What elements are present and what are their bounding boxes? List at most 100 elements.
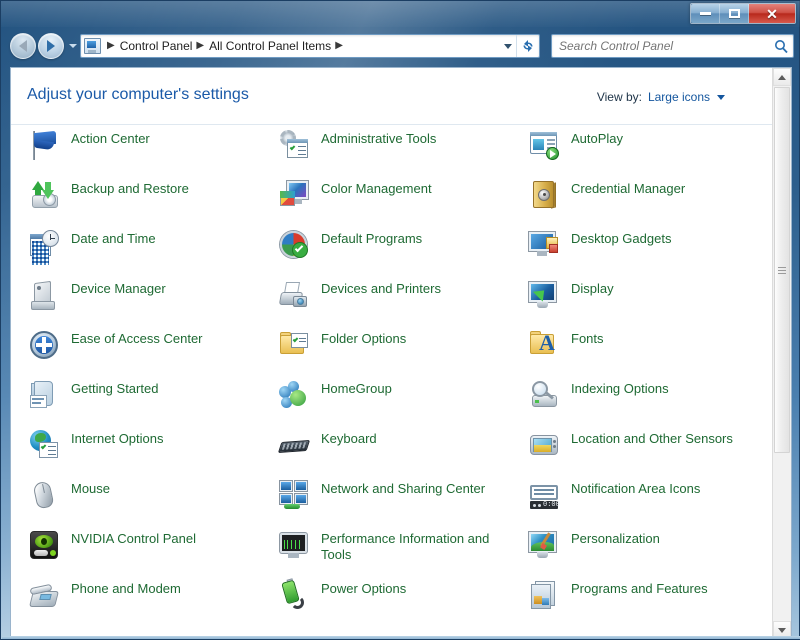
control-panel-item-label[interactable]: Performance Information and Tools [321, 531, 511, 563]
forward-button[interactable] [38, 33, 64, 59]
control-panel-item-label[interactable]: Action Center [71, 131, 150, 147]
control-panel-item[interactable]: Location and Other Sensors [527, 426, 777, 476]
chevron-down-icon [778, 627, 786, 633]
control-panel-item-label[interactable]: Desktop Gadgets [571, 231, 671, 247]
control-panel-item[interactable]: Personalization [527, 526, 777, 576]
control-panel-item-label[interactable]: Phone and Modem [71, 581, 181, 597]
breadcrumb-separator-icon[interactable]: ▶ [192, 41, 209, 51]
breadcrumb-separator-icon[interactable]: ▶ [331, 41, 348, 51]
control-panel-item-label[interactable]: AutoPlay [571, 131, 623, 147]
control-panel-item[interactable]: Ease of Access Center [27, 326, 277, 376]
control-panel-item[interactable]: Phone and Modem [27, 576, 277, 626]
control-panel-item-label[interactable]: Date and Time [71, 231, 156, 247]
control-panel-item[interactable]: Performance Information and Tools [277, 526, 527, 576]
control-panel-item[interactable]: Internet Options [27, 426, 277, 476]
control-panel-item[interactable]: Backup and Restore [27, 176, 277, 226]
icon-part-base [288, 553, 299, 558]
control-panel-item-label[interactable]: Default Programs [321, 231, 422, 247]
breadcrumb-separator-icon[interactable]: ▶ [103, 41, 120, 51]
icon-part-l1 [534, 489, 554, 491]
control-panel-item-label[interactable]: Location and Other Sensors [571, 431, 733, 447]
control-panel-item-label[interactable]: Administrative Tools [321, 131, 436, 147]
control-panel-item[interactable]: Default Programs [277, 226, 527, 276]
control-panel-item-label[interactable]: Power Options [321, 581, 406, 597]
control-panel-item[interactable]: Desktop Gadgets [527, 226, 777, 276]
control-panel-item[interactable]: HomeGroup [277, 376, 527, 426]
breadcrumb-control-panel[interactable]: Control Panel [120, 39, 193, 53]
control-panel-item[interactable]: Color Management [277, 176, 527, 226]
maximize-button[interactable] [720, 4, 749, 23]
control-panel-item[interactable]: Credential Manager [527, 176, 777, 226]
control-panel-item-label[interactable]: Backup and Restore [71, 181, 189, 197]
control-panel-item-label[interactable]: Folder Options [321, 331, 406, 347]
view-by-value[interactable]: Large icons [648, 90, 710, 104]
icon-part-m1 [280, 481, 292, 491]
control-panel-item[interactable]: Display [527, 276, 777, 326]
view-by-control[interactable]: View by: Large icons [597, 90, 725, 104]
client-area: Adjust your computer's settings View by:… [10, 67, 792, 638]
icon-part-t1 [533, 504, 536, 507]
control-panel-item[interactable]: Getting Started [27, 376, 277, 426]
control-panel-item-label[interactable]: Programs and Features [571, 581, 708, 597]
vertical-scrollbar[interactable] [772, 68, 791, 638]
back-button[interactable] [10, 33, 36, 59]
search-input[interactable] [552, 39, 769, 53]
icon-part-bar [530, 485, 558, 500]
control-panel-item[interactable]: Programs and Features [527, 576, 777, 626]
control-panel-item-label[interactable]: Devices and Printers [321, 281, 441, 297]
control-panel-item-label[interactable]: Getting Started [71, 381, 158, 397]
control-panel-item[interactable]: Power Options [277, 576, 527, 626]
icon-part-base [537, 302, 548, 308]
control-panel-item[interactable]: AutoPlay [527, 126, 777, 176]
control-panel-item[interactable]: A Fonts [527, 326, 777, 376]
control-panel-item-label[interactable]: Indexing Options [571, 381, 669, 397]
control-panel-item[interactable]: Network and Sharing Center [277, 476, 527, 526]
control-panel-item-label[interactable]: Color Management [321, 181, 432, 197]
control-panel-item-label[interactable]: Mouse [71, 481, 110, 497]
refresh-icon [523, 40, 532, 52]
control-panel-item[interactable]: Administrative Tools [277, 126, 527, 176]
date-time-icon [27, 228, 61, 262]
control-panel-item[interactable]: NVIDIA Control Panel [27, 526, 277, 576]
minimize-button[interactable] [691, 4, 720, 23]
scrollbar-thumb[interactable] [774, 87, 790, 453]
control-panel-item-label[interactable]: Personalization [571, 531, 660, 547]
icon-part-b3 [290, 390, 306, 406]
control-panel-item-label[interactable]: Keyboard [321, 431, 377, 447]
icon-part-m3 [280, 494, 292, 504]
control-panel-item-label[interactable]: Fonts [571, 331, 604, 347]
control-panel-item[interactable]: Device Manager [27, 276, 277, 326]
control-panel-item[interactable]: Folder Options [277, 326, 527, 376]
breadcrumb-all-control-panel-items[interactable]: All Control Panel Items [209, 39, 331, 53]
control-panel-item-label[interactable]: Device Manager [71, 281, 166, 297]
refresh-button[interactable] [516, 35, 538, 57]
control-panel-item-label[interactable]: Ease of Access Center [71, 331, 203, 347]
control-panel-item[interactable]: Action Center [27, 126, 277, 176]
control-panel-item[interactable]: Keyboard [277, 426, 527, 476]
control-panel-item[interactable]: Mouse [27, 476, 277, 526]
address-bar[interactable]: ▶ Control Panel ▶ All Control Panel Item… [80, 34, 540, 58]
control-panel-item-label[interactable]: Network and Sharing Center [321, 481, 485, 497]
scroll-up-button[interactable] [773, 68, 791, 86]
close-button[interactable]: ✕ [749, 4, 795, 23]
personalization-icon [527, 528, 561, 562]
control-panel-item-label[interactable]: Display [571, 281, 614, 297]
search-icon [769, 39, 793, 54]
control-panel-item[interactable]: Indexing Options [527, 376, 777, 426]
backup-restore-icon [27, 178, 61, 212]
control-panel-item-label[interactable]: HomeGroup [321, 381, 392, 397]
control-panel-item[interactable]: 0:00 Notification Area Icons [527, 476, 777, 526]
control-panel-item-label[interactable]: Credential Manager [571, 181, 685, 197]
address-history-chevron-icon[interactable] [500, 43, 516, 49]
icon-part-plus2 [36, 343, 52, 347]
search-box[interactable] [551, 34, 794, 58]
control-panel-item-label[interactable]: Notification Area Icons [571, 481, 700, 497]
maximize-icon [728, 9, 740, 18]
recent-pages-dropdown-icon[interactable] [69, 44, 77, 48]
control-panel-item[interactable]: Date and Time [27, 226, 277, 276]
control-panel-item[interactable]: Devices and Printers [277, 276, 527, 326]
control-panel-item-label[interactable]: Internet Options [71, 431, 164, 447]
chevron-down-icon[interactable] [717, 94, 725, 100]
control-panel-item-label[interactable]: NVIDIA Control Panel [71, 531, 196, 547]
power-options-icon [277, 578, 311, 612]
